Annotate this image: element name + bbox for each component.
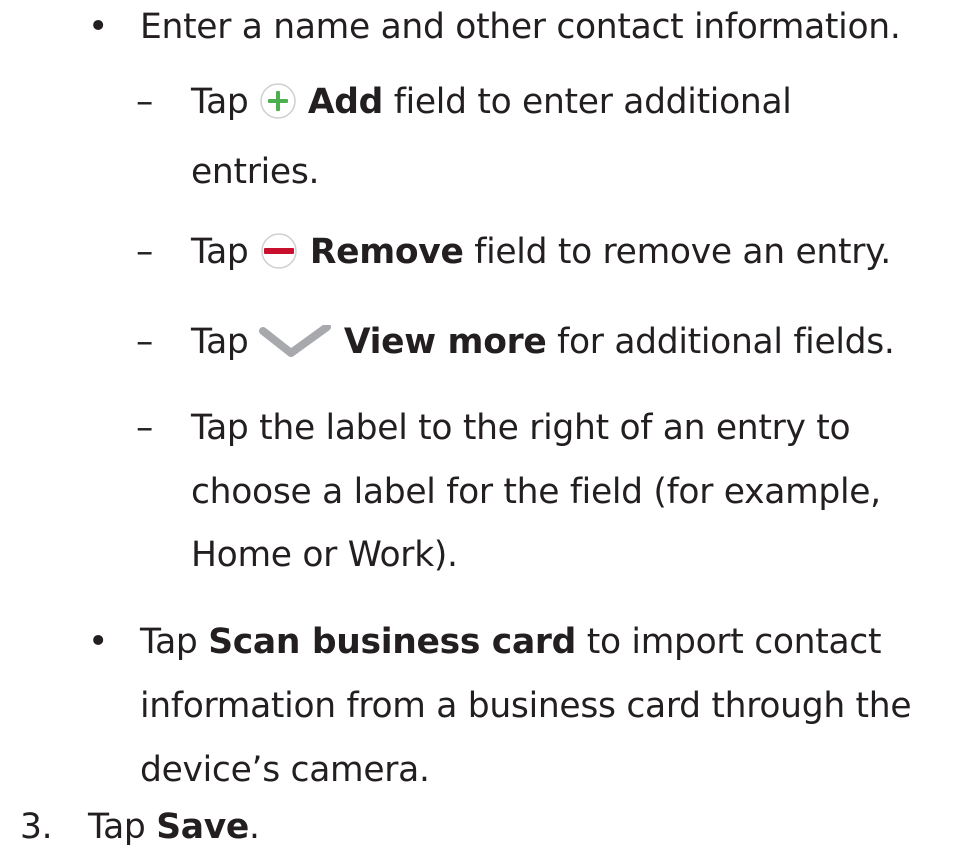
dash-marker: – xyxy=(136,408,153,448)
instruction-text: to import contact xyxy=(586,622,882,662)
dash-marker: – xyxy=(136,82,153,122)
instruction-scan-line3: device’s camera. xyxy=(140,748,430,792)
scan-business-card-label: Scan business card xyxy=(208,622,577,662)
bullet-dot: • xyxy=(88,622,109,662)
instruction-view-more: Tap View more for additional fields. xyxy=(191,320,895,364)
instruction-label-line1: Tap the label to the right of an entry t… xyxy=(191,406,851,450)
instruction-text: field to remove an entry. xyxy=(474,232,891,272)
instruction-text: information from a business card through… xyxy=(140,686,912,726)
instruction-remove-field: Tap Remove field to remove an entry. xyxy=(191,230,891,274)
dash-marker: – xyxy=(136,322,153,362)
tap-text: Tap xyxy=(140,622,198,662)
view-more-label: View more xyxy=(343,322,547,362)
chevron-down-icon xyxy=(259,324,333,357)
instruction-text: choose a label for the field (for exampl… xyxy=(191,472,881,512)
tap-text: Tap xyxy=(191,232,249,272)
instruction-save: Tap Save. xyxy=(88,805,260,849)
bullet-dot: • xyxy=(88,7,109,47)
save-label: Save xyxy=(156,807,250,847)
instruction-text: device’s camera. xyxy=(140,750,430,790)
instruction-scan-business-card: Tap Scan business card to import contact xyxy=(140,620,882,664)
tap-text: Tap xyxy=(191,82,249,122)
add-label: Add xyxy=(307,82,384,122)
tap-text: Tap xyxy=(191,322,249,362)
instruction-text: for additional fields. xyxy=(557,322,895,362)
period-text: . xyxy=(249,807,260,847)
instruction-enter-name: Enter a name and other contact informati… xyxy=(140,5,901,49)
instruction-add-field: Tap Add field to enter additional xyxy=(191,80,792,124)
instruction-add-continuation: entries. xyxy=(191,150,319,194)
instruction-label-line3: Home or Work). xyxy=(191,533,458,577)
dash-marker: – xyxy=(136,232,153,272)
tap-text: Tap xyxy=(88,807,146,847)
instruction-text: Enter a name and other contact informati… xyxy=(140,7,901,47)
instruction-text: Home or Work). xyxy=(191,535,458,575)
instruction-label-line2: choose a label for the field (for exampl… xyxy=(191,470,881,514)
add-circle-icon xyxy=(259,82,297,120)
instruction-text: field to enter additional xyxy=(393,82,792,122)
remove-label: Remove xyxy=(309,232,464,272)
step-number: 3. xyxy=(20,807,53,847)
instruction-text: entries. xyxy=(191,152,320,192)
instruction-text: Tap the label to the right of an entry t… xyxy=(191,408,851,448)
remove-circle-icon xyxy=(259,232,299,270)
instruction-scan-line2: information from a business card through… xyxy=(140,684,912,728)
